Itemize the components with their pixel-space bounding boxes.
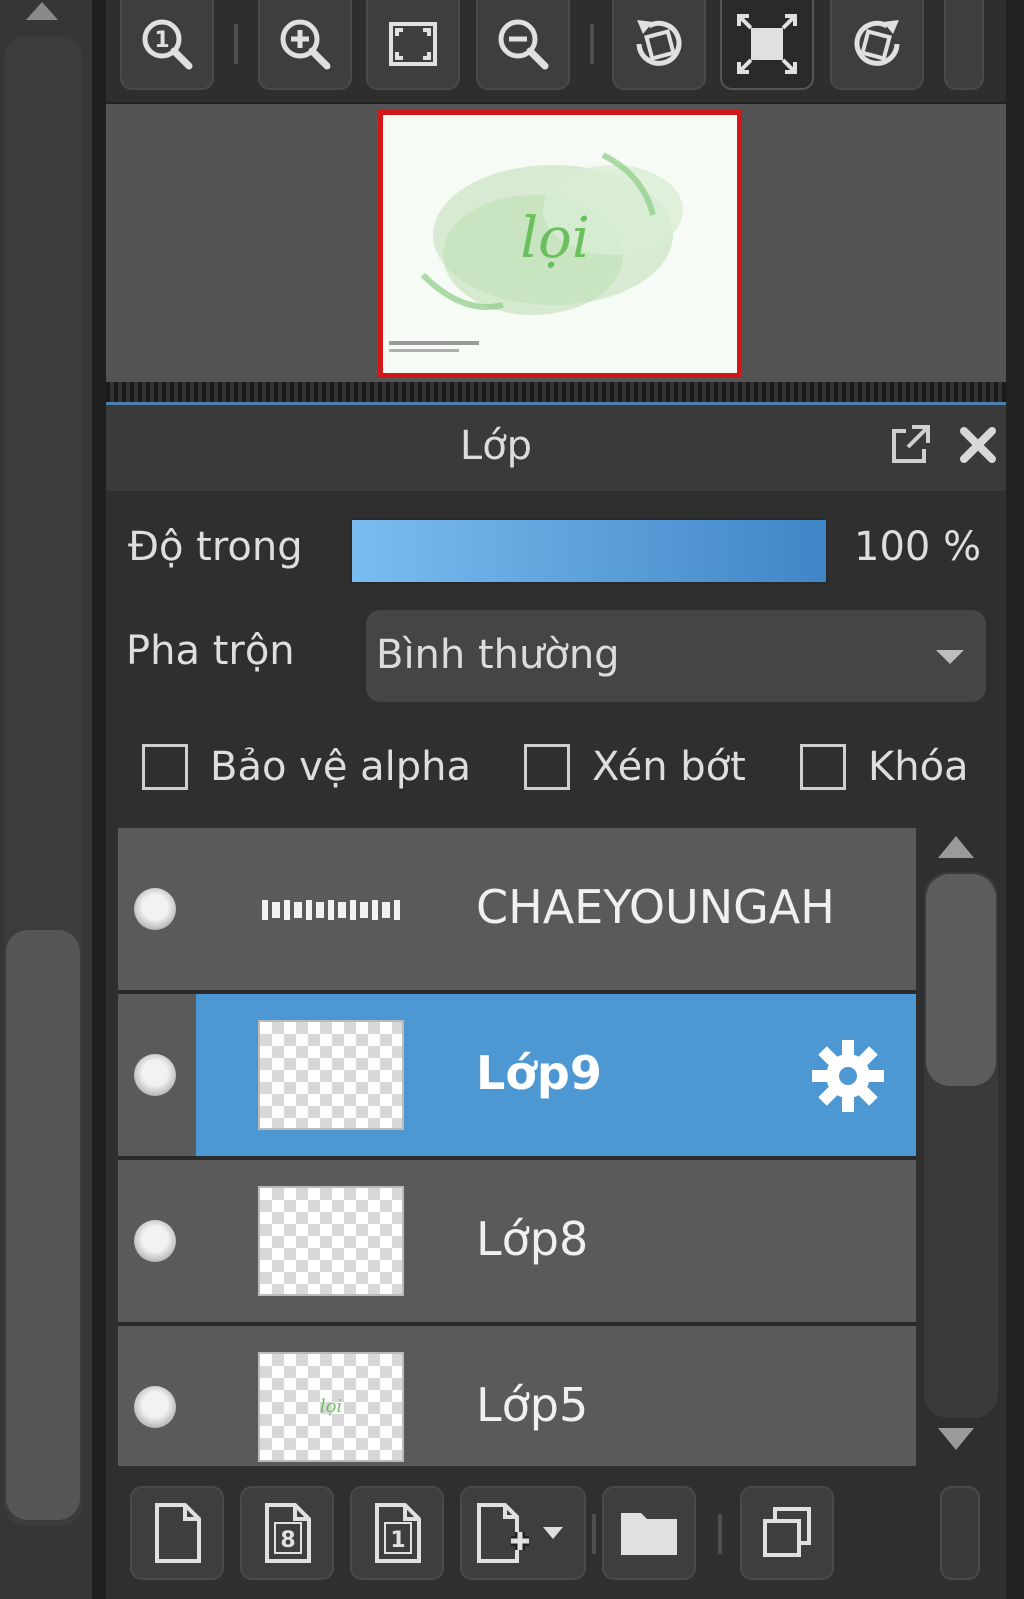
clipping-checkbox[interactable]	[524, 744, 570, 790]
zoom-in-icon	[280, 19, 331, 70]
layer-row[interactable]: CHAEYOUNGAH	[118, 828, 916, 990]
add-layer-menu-button[interactable]	[460, 1486, 586, 1580]
lock-label: Khóa	[868, 744, 969, 790]
zoom-actual-size-icon: 1	[142, 19, 193, 70]
layer-panel-header: Lớp	[106, 405, 1006, 491]
layer-list-scrollbar[interactable]	[918, 828, 1006, 1466]
fit-window-button[interactable]	[366, 0, 460, 90]
layer-name: Lớp5	[476, 1378, 589, 1432]
close-icon[interactable]	[954, 421, 1002, 469]
layer-list: CHAEYOUNGAH Lớp9 Lớp8 lọi Lớp5	[118, 828, 916, 1466]
zoom-out-icon	[498, 19, 549, 70]
scroll-up-arrow-icon[interactable]	[938, 836, 974, 858]
right-edge	[1006, 0, 1024, 1599]
layer-thumbnail	[262, 900, 400, 920]
layer-name: Lớp9	[476, 1046, 602, 1100]
protect-alpha-checkbox[interactable]	[142, 744, 188, 790]
new-8bit-layer-button[interactable]: 8	[240, 1486, 334, 1580]
layer-name: CHAEYOUNGAH	[476, 880, 835, 934]
new-folder-button[interactable]	[602, 1486, 696, 1580]
rotate-left-button[interactable]	[612, 0, 706, 90]
canvas-preview-image: lọi	[383, 115, 737, 373]
layer-bottom-toolbar: 8 1	[106, 1466, 1006, 1599]
toolbar-separator	[592, 1514, 596, 1554]
scroll-up-arrow-icon[interactable]	[26, 2, 58, 20]
toolbar-overflow-handle[interactable]	[944, 0, 984, 90]
rotate-right-icon	[854, 20, 900, 66]
full-screen-icon	[737, 14, 797, 74]
layer-row[interactable]: lọi Lớp5	[118, 1326, 916, 1466]
new-1bit-layer-button[interactable]: 1	[350, 1486, 444, 1580]
rotate-right-button[interactable]	[830, 0, 924, 90]
zoom-100-button[interactable]: 1	[120, 0, 214, 90]
zoom-out-button[interactable]	[476, 0, 570, 90]
fit-window-icon	[389, 22, 437, 66]
blend-mode-label: Pha trộn	[126, 628, 295, 674]
visibility-toggle[interactable]	[134, 888, 176, 930]
clipping-label: Xén bớt	[592, 744, 746, 790]
page-8-text: 8	[280, 1528, 295, 1553]
duplicate-layer-button[interactable]	[740, 1486, 834, 1580]
visibility-toggle[interactable]	[134, 1386, 176, 1428]
layer-row[interactable]: Lớp8	[118, 1160, 916, 1322]
panel-splitter[interactable]	[106, 382, 1006, 402]
page-8-icon: 8	[265, 1503, 311, 1563]
gear-icon[interactable]	[808, 1036, 888, 1116]
full-screen-button[interactable]	[720, 0, 814, 90]
layer-thumbnail	[258, 1020, 404, 1130]
opacity-value: 100 %	[854, 524, 982, 570]
panel-divider	[92, 0, 106, 1599]
svg-text:1: 1	[154, 28, 169, 53]
zoom-in-button[interactable]	[258, 0, 352, 90]
visibility-toggle[interactable]	[134, 1054, 176, 1096]
scroll-thumb[interactable]	[926, 874, 996, 1086]
toolbar-separator	[590, 24, 594, 64]
scroll-thumb[interactable]	[6, 930, 80, 1520]
lock-checkbox[interactable]	[800, 744, 846, 790]
scroll-down-arrow-icon[interactable]	[938, 1428, 974, 1450]
blend-mode-value: Bình thường	[376, 632, 620, 678]
opacity-slider[interactable]	[350, 518, 828, 584]
new-layer-button[interactable]	[130, 1486, 224, 1580]
blend-mode-select[interactable]: Bình thường	[366, 610, 986, 702]
visibility-toggle[interactable]	[134, 1220, 176, 1262]
layer-thumbnail	[258, 1186, 404, 1296]
folder-icon	[621, 1513, 677, 1555]
left-scrollbar[interactable]	[0, 0, 92, 1599]
toolbar-overflow-handle[interactable]	[940, 1486, 980, 1580]
page-1-text: 1	[390, 1528, 405, 1553]
popout-icon[interactable]	[886, 421, 934, 469]
toolbar-separator	[234, 24, 238, 64]
new-page-icon	[155, 1503, 201, 1563]
toolbar-separator	[718, 1514, 722, 1554]
layer-row-selected[interactable]: Lớp9	[118, 994, 916, 1156]
canvas-preview-thumbnail[interactable]: lọi	[378, 110, 742, 378]
panel-title: Lớp	[459, 423, 533, 469]
layer-thumbnail-image: lọi	[320, 1396, 342, 1417]
opacity-label: Độ trong	[128, 524, 303, 570]
layer-name: Lớp8	[476, 1212, 589, 1266]
protect-alpha-label: Bảo vệ alpha	[210, 744, 472, 790]
page-1-icon: 1	[375, 1503, 421, 1563]
rotate-left-icon	[636, 20, 682, 66]
preview-thumbnail-text: lọi	[520, 206, 590, 271]
add-page-dropdown-icon	[477, 1503, 563, 1563]
chevron-down-icon	[936, 650, 964, 664]
navigator-toolbar: 1	[106, 0, 1024, 104]
layer-thumbnail: lọi	[258, 1352, 404, 1462]
duplicate-icon	[763, 1507, 811, 1557]
layer-thumbnail-text: lọi	[320, 1396, 342, 1417]
